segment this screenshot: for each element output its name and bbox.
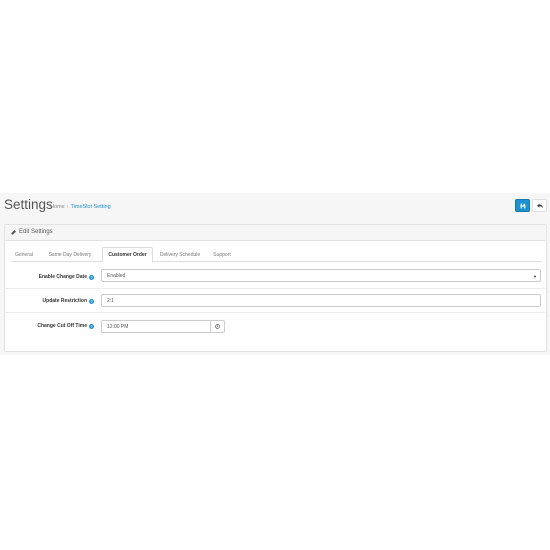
change-cut-off-time-label: Change Cut Off Time ? [37,314,94,338]
tab-same-day-delivery[interactable]: Same Day Delivery [41,247,99,262]
breadcrumb-separator: › [66,204,69,210]
help-icon[interactable]: ? [89,323,94,329]
clock-icon [215,324,220,329]
breadcrumb: Home › TimeSlot Setting [50,204,111,210]
enable-change-date-value: Enabled [107,272,126,279]
enable-change-date-label: Enable Change Date ? [39,265,94,289]
help-icon[interactable]: ? [89,274,94,280]
form-row-change-cut-off-time: Change Cut Off Time ? 12:00 PM [5,314,546,338]
update-restriction-label: Update Restriction ? [43,289,94,313]
breadcrumb-timeslot-setting[interactable]: TimeSlot Setting [71,204,111,210]
panel-title: Edit Settings [11,229,53,235]
tab-customer-order[interactable]: Customer Order [102,247,153,263]
settings-page: Settings Home › TimeSlot Setting Edit Sett… [0,193,550,355]
caret-down-icon: ▼ [533,274,537,279]
tab-support[interactable]: Support [207,247,237,262]
update-restriction-label-text: Update Restriction [42,298,87,304]
pencil-icon [11,229,16,234]
save-icon [520,203,525,208]
tab-general[interactable]: General [11,247,37,262]
form-row-update-restriction: Update Restriction ? 2:1 [5,289,546,313]
change-cut-off-time-input[interactable]: 12:00 PM [101,320,211,333]
page-header: Settings Home › TimeSlot Setting [0,193,550,219]
change-cut-off-time-label-text: Change Cut Off Time [37,323,87,329]
breadcrumb-home[interactable]: Home [50,204,65,210]
reply-icon [536,203,543,208]
help-icon[interactable]: ? [89,298,94,304]
panel-title-text: Edit Settings [19,229,53,235]
time-picker-button[interactable] [211,320,225,333]
back-button[interactable] [532,199,547,212]
form-row-enable-change-date: Enable Change Date ? Enabled ▼ [5,265,546,289]
update-restriction-input[interactable]: 2:1 [101,294,541,307]
edit-settings-panel: Edit Settings General Same Day Delivery … [4,224,547,352]
page-title: Settings [4,197,53,212]
save-button[interactable] [515,199,530,212]
update-restriction-value: 2:1 [107,297,114,304]
panel-heading: Edit Settings [5,225,546,241]
settings-tabs: General Same Day Delivery Customer Order… [11,247,542,263]
change-cut-off-time-value: 12:00 PM [107,323,129,330]
tab-delivery-schedule[interactable]: Delivery Schedule [156,247,204,262]
enable-change-date-label-text: Enable Change Date [38,274,87,280]
enable-change-date-select[interactable]: Enabled ▼ [101,269,541,282]
